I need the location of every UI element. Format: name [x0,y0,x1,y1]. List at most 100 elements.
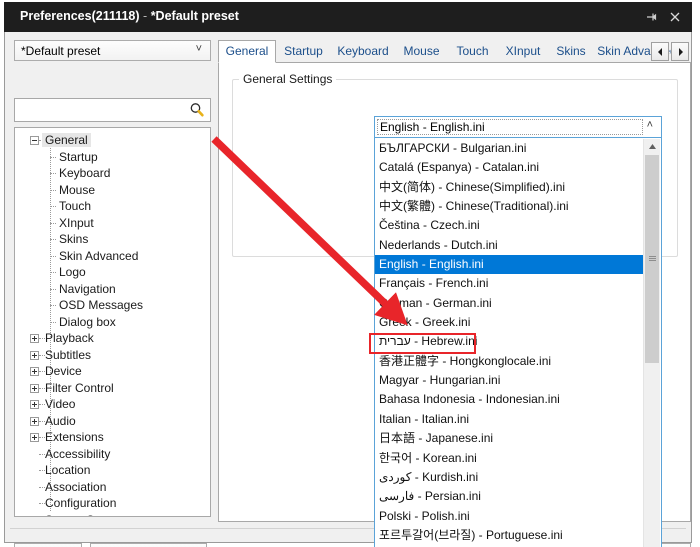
language-option[interactable]: English - English.ini [375,255,645,275]
tree-connector [50,239,56,241]
chevron-down-icon: ˅ [195,43,202,55]
language-option[interactable]: Čeština - Czech.ini [375,216,645,235]
scrollbar-thumb[interactable] [645,155,659,363]
tree-item-extensions[interactable]: Extensions [15,430,210,447]
tree-connector [50,288,56,291]
tab-scroll-right-button[interactable] [671,42,689,61]
tree-connector [50,321,56,324]
scroll-up-button[interactable] [644,139,660,154]
tree-item-device[interactable]: Device [15,364,210,381]
tree-item-startup[interactable]: Startup [15,150,210,167]
language-option[interactable]: Greek - Greek.ini [375,313,645,332]
tree-item-navigation[interactable]: Navigation [15,282,210,299]
expand-icon[interactable] [30,416,39,426]
tree-item-skin-advanced[interactable]: Skin Advanced [15,249,210,266]
reset-button[interactable]: Reset [14,543,82,547]
pin-icon[interactable] [640,7,662,27]
tree-item-general[interactable]: General [15,133,210,150]
language-option[interactable]: 日本語 - Japanese.ini [375,429,645,448]
tree-item-filter-control[interactable]: Filter Control [15,381,210,398]
tree-connector [50,305,56,307]
tree-item-screen-saver[interactable]: Screen Saver [15,513,210,517]
export-settings-button[interactable]: Export Settings... [90,543,207,547]
korean-option-highlight-box [369,333,476,354]
language-option[interactable]: German - German.ini [375,294,645,313]
interface-language-combobox[interactable]: English - English.ini ˄ [374,116,662,138]
close-icon[interactable] [664,7,686,27]
language-option[interactable]: 中文(繁體) - Chinese(Traditional).ini [375,197,645,216]
language-option[interactable]: 포르투갈어(브라질) - Portuguese.ini [375,526,645,545]
expand-icon[interactable] [30,433,39,442]
tree-item-label: General [42,133,91,147]
expand-icon[interactable] [30,367,39,376]
tree-item-touch[interactable]: Touch [15,199,210,216]
tree-item-logo[interactable]: Logo [15,265,210,282]
expand-icon[interactable] [30,334,39,343]
tree-item-association[interactable]: Association [15,480,210,497]
language-option[interactable]: 中文(简体) - Chinese(Simplified).ini [375,178,645,197]
chevron-up-icon: ˄ [646,119,653,131]
language-option[interactable]: Polski - Polish.ini [375,507,645,526]
tree-item-location[interactable]: Location [15,463,210,480]
language-option[interactable]: 한국어 - Korean.ini [375,449,645,468]
tree-item-keyboard[interactable]: Keyboard [15,166,210,183]
tree-item-skins[interactable]: Skins [15,232,210,249]
tree-item-label: Screen Saver [45,513,118,517]
tree-item-label: Mouse [59,182,96,197]
preset-combobox-value: *Default preset [21,44,101,58]
tab-keyboard[interactable]: Keyboard [331,42,395,62]
tree-item-label: Navigation [59,281,116,296]
window-title-preset: *Default preset [150,9,239,23]
language-option[interactable]: فارسی - Persian.ini [375,487,645,506]
tree-item-label: Logo [59,265,86,279]
tree-item-label: Filter Control [45,380,114,395]
expand-icon[interactable] [30,350,39,360]
tree-item-label: Accessibility [45,446,111,461]
settings-tree-list: General Startup Keyboard Mouse Touch XInput Sk… [15,128,210,517]
collapse-icon[interactable] [30,136,39,145]
tree-item-osd-messages[interactable]: OSD Messages [15,298,210,315]
language-option[interactable]: Catalá (Espanya) - Catalan.ini [375,158,645,177]
expand-icon[interactable] [30,383,39,393]
language-option[interactable]: Nederlands - Dutch.ini [375,236,645,255]
preset-combobox[interactable]: *Default preset ˅ [14,40,211,61]
tab-scroll-left-button[interactable] [651,42,669,61]
tab-mouse[interactable]: Mouse [395,42,448,62]
language-option[interactable]: كوردى - Kurdish.ini [375,468,645,487]
tab-xinput[interactable]: XInput [497,42,549,62]
language-option[interactable]: 香港正體字 - Hongkonglocale.ini [375,352,645,371]
tree-item-xinput[interactable]: XInput [15,216,210,233]
tree-item-playback[interactable]: Playback [15,331,210,348]
search-input[interactable] [19,102,183,118]
tree-item-label: Extensions [45,430,104,444]
tab-skins[interactable]: Skins [549,42,593,62]
scrollbar-grip-icon [649,256,656,263]
tab-general[interactable]: General [218,40,276,63]
tab-touch[interactable]: Touch [448,42,497,62]
tree-item-configuration[interactable]: Configuration [15,496,210,513]
language-option[interactable]: Bahasa Indonesia - Indonesian.ini [375,390,645,409]
preferences-window-screenshot: Preferences(211118) - *Default preset *D… [0,0,700,547]
language-option[interactable]: Magyar - Hungarian.ini [375,371,645,390]
tree-item-label: Subtitles [45,347,92,362]
tree-connector [50,255,56,258]
expand-icon[interactable] [30,400,39,409]
language-option[interactable]: Italian - Italian.ini [375,410,645,429]
tree-item-dialog-box[interactable]: Dialog box [15,315,210,332]
settings-tree[interactable]: General Startup Keyboard Mouse Touch XInput Sk… [14,127,211,517]
tree-item-audio[interactable]: Audio [15,414,210,431]
window-title-main: Preferences(211118) [20,9,140,23]
tab-startup[interactable]: Startup [276,42,331,62]
tree-item-subtitles[interactable]: Subtitles [15,348,210,365]
general-settings-group-title: General Settings [239,72,337,86]
tree-connector [50,206,56,208]
search-icon [189,102,205,118]
dropdown-scrollbar[interactable] [643,139,660,547]
language-option[interactable]: Français - French.ini [375,274,645,293]
search-box[interactable] [14,98,211,122]
interface-language-value: English - English.ini [380,120,485,134]
language-option[interactable]: БЪЛГАРСКИ - Bulgarian.ini [375,139,645,158]
tree-item-video[interactable]: Video [15,397,210,414]
tree-item-mouse[interactable]: Mouse [15,183,210,200]
tree-item-accessibility[interactable]: Accessibility [15,447,210,464]
